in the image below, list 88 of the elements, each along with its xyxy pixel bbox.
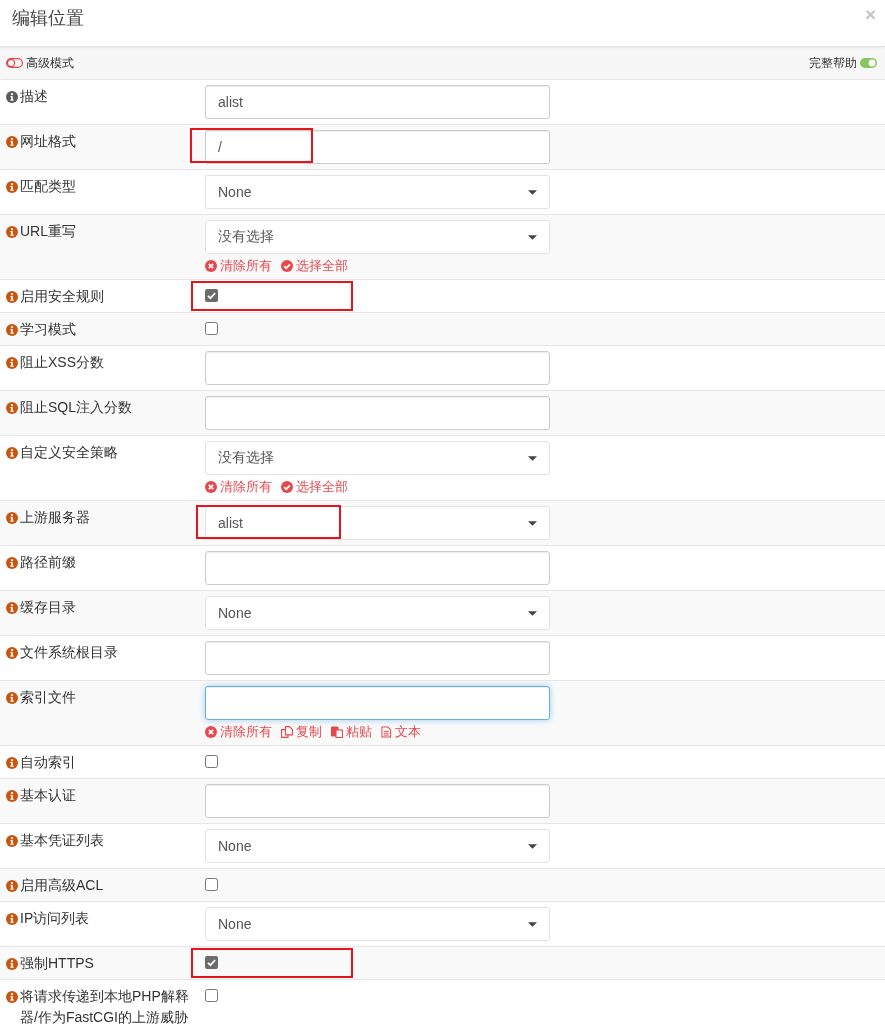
select-field[interactable]: None bbox=[205, 907, 550, 941]
caret-icon bbox=[528, 455, 537, 461]
field-label: 阻止XSS分数 bbox=[20, 353, 104, 372]
caret-icon bbox=[528, 234, 537, 240]
field-label: 描述 bbox=[20, 87, 48, 106]
clear-all-link[interactable]: 清除所有 bbox=[205, 724, 272, 740]
clear-all-link[interactable]: 清除所有 bbox=[205, 479, 272, 495]
text-field[interactable] bbox=[205, 396, 550, 430]
select-field[interactable]: alist bbox=[205, 506, 550, 540]
select-field[interactable]: 没有选择 bbox=[205, 441, 550, 475]
x-circle-icon bbox=[205, 260, 217, 272]
info-icon[interactable] bbox=[6, 691, 18, 704]
caret-icon bbox=[528, 921, 537, 927]
field-label: IP访问列表 bbox=[20, 909, 90, 928]
checkbox[interactable] bbox=[205, 878, 218, 891]
info-icon[interactable] bbox=[6, 401, 18, 414]
info-icon[interactable] bbox=[6, 646, 18, 659]
info-icon[interactable] bbox=[6, 511, 18, 524]
text-field[interactable] bbox=[205, 686, 550, 720]
info-icon[interactable] bbox=[6, 180, 18, 193]
text-field[interactable] bbox=[205, 641, 550, 675]
field-label: 网址格式 bbox=[20, 132, 76, 151]
field-label: 缓存目录 bbox=[20, 598, 76, 617]
x-circle-icon bbox=[205, 726, 217, 738]
field-label: 自定义安全策略 bbox=[20, 443, 118, 462]
checkbox[interactable] bbox=[205, 289, 218, 302]
full-help-toggle[interactable]: 完整帮助 bbox=[809, 55, 877, 71]
field-label: 学习模式 bbox=[20, 320, 76, 339]
info-icon[interactable] bbox=[6, 446, 18, 459]
info-icon[interactable] bbox=[6, 601, 18, 614]
dialog-title: 编辑位置 bbox=[12, 7, 84, 29]
document-icon bbox=[381, 726, 392, 738]
select-field[interactable]: None bbox=[205, 829, 550, 863]
info-icon[interactable] bbox=[6, 834, 18, 847]
text-field[interactable] bbox=[205, 351, 550, 385]
field-label: 将请求传递到本地PHP解释器/作为FastCGI的上游威胁 bbox=[20, 987, 190, 1027]
info-icon[interactable] bbox=[6, 135, 18, 148]
field-label: 启用安全规则 bbox=[20, 287, 104, 306]
copy-icon bbox=[281, 726, 293, 738]
x-circle-icon bbox=[205, 481, 217, 493]
clear-all-link[interactable]: 清除所有 bbox=[205, 258, 272, 274]
caret-icon bbox=[528, 520, 537, 526]
paste-link[interactable]: 粘贴 bbox=[331, 724, 372, 740]
info-icon[interactable] bbox=[6, 756, 18, 769]
select-all-link[interactable]: 选择全部 bbox=[281, 258, 348, 274]
advanced-mode-toggle[interactable]: 高级模式 bbox=[6, 55, 74, 71]
field-label: 路径前缀 bbox=[20, 553, 76, 572]
copy-link[interactable]: 复制 bbox=[281, 724, 322, 740]
text-field[interactable]: alist bbox=[205, 85, 550, 119]
info-icon[interactable] bbox=[6, 225, 18, 238]
info-icon[interactable] bbox=[6, 290, 18, 303]
caret-icon bbox=[528, 189, 537, 195]
info-icon[interactable] bbox=[6, 323, 18, 336]
info-icon[interactable] bbox=[6, 879, 18, 892]
clipboard-icon bbox=[331, 726, 343, 738]
text-field[interactable] bbox=[205, 551, 550, 585]
field-label: 匹配类型 bbox=[20, 177, 76, 196]
info-icon[interactable] bbox=[6, 912, 18, 925]
caret-icon bbox=[528, 610, 537, 616]
select-field[interactable]: None bbox=[205, 175, 550, 209]
field-label: 启用高级ACL bbox=[20, 876, 104, 895]
field-label: 阻止SQL注入分数 bbox=[20, 398, 132, 417]
info-icon[interactable] bbox=[6, 356, 18, 369]
text-link[interactable]: 文本 bbox=[381, 724, 421, 740]
info-icon[interactable] bbox=[6, 990, 18, 1003]
select-field[interactable]: 没有选择 bbox=[205, 220, 550, 254]
text-field[interactable]: / bbox=[205, 130, 550, 164]
info-icon[interactable] bbox=[6, 789, 18, 802]
caret-icon bbox=[528, 843, 537, 849]
check-circle-icon bbox=[281, 260, 293, 272]
field-label: 强制HTTPS bbox=[20, 954, 94, 973]
check-circle-icon bbox=[281, 481, 293, 493]
select-field[interactable]: None bbox=[205, 596, 550, 630]
info-icon[interactable] bbox=[6, 957, 18, 970]
field-label: 索引文件 bbox=[20, 688, 76, 707]
field-label: 基本凭证列表 bbox=[20, 831, 104, 850]
checkbox[interactable] bbox=[205, 989, 218, 1002]
info-icon[interactable] bbox=[6, 556, 18, 569]
field-label: URL重写 bbox=[20, 222, 76, 241]
field-label: 自动索引 bbox=[20, 753, 76, 772]
checkbox[interactable] bbox=[205, 956, 218, 969]
field-label: 基本认证 bbox=[20, 786, 76, 805]
field-label: 文件系统根目录 bbox=[20, 643, 118, 662]
select-all-link[interactable]: 选择全部 bbox=[281, 479, 348, 495]
field-label: 上游服务器 bbox=[20, 508, 90, 527]
text-field[interactable] bbox=[205, 784, 550, 818]
checkbox[interactable] bbox=[205, 322, 218, 335]
checkbox[interactable] bbox=[205, 755, 218, 768]
